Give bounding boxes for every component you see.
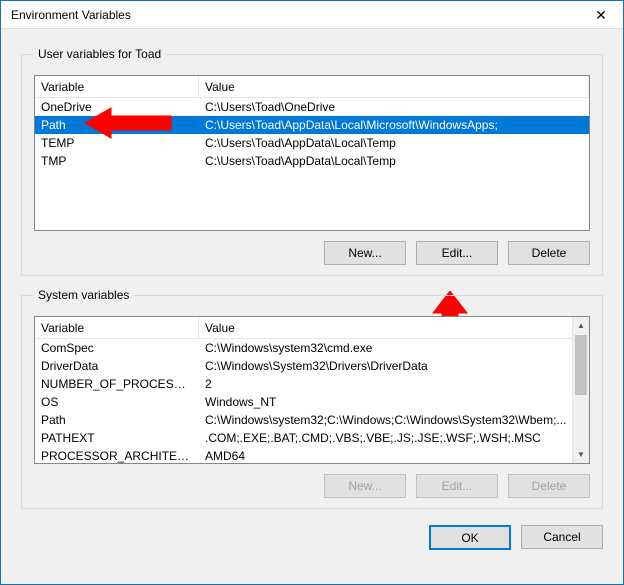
user-delete-button[interactable]: Delete <box>508 241 590 265</box>
system-variables-group: System variables Variable Value ComSpecC… <box>21 288 603 509</box>
table-row[interactable]: OSWindows_NT <box>35 393 589 411</box>
var-value-cell: C:\Windows\system32;C:\Windows;C:\Window… <box>199 413 589 427</box>
var-name-cell: DriverData <box>35 359 199 373</box>
scroll-thumb[interactable] <box>575 335 587 395</box>
var-name-cell: OS <box>35 395 199 409</box>
ok-button[interactable]: OK <box>429 525 511 550</box>
system-variables-legend: System variables <box>34 288 133 302</box>
sys-buttons-row: New... Edit... Delete <box>34 474 590 498</box>
user-buttons-row: New... Edit... Delete <box>34 241 590 265</box>
scroll-up-icon[interactable]: ▲ <box>573 317 589 334</box>
sys-new-button[interactable]: New... <box>324 474 406 498</box>
user-variables-list[interactable]: Variable Value OneDriveC:\Users\Toad\One… <box>34 75 590 231</box>
table-row[interactable]: OneDriveC:\Users\Toad\OneDrive <box>35 98 589 116</box>
sys-scrollbar[interactable]: ▲ ▼ <box>572 317 589 463</box>
sys-delete-button[interactable]: Delete <box>508 474 590 498</box>
table-row[interactable]: PATHEXT.COM;.EXE;.BAT;.CMD;.VBS;.VBE;.JS… <box>35 429 589 447</box>
sys-col-value[interactable]: Value <box>199 317 589 338</box>
scroll-down-icon[interactable]: ▼ <box>573 446 589 463</box>
var-name-cell: TEMP <box>35 136 199 150</box>
dialog-buttons-row: OK Cancel <box>21 525 603 550</box>
var-value-cell: C:\Users\Toad\AppData\Local\Temp <box>199 154 589 168</box>
var-name-cell: NUMBER_OF_PROCESSORS <box>35 377 199 391</box>
user-new-button[interactable]: New... <box>324 241 406 265</box>
user-col-variable[interactable]: Variable <box>35 76 199 97</box>
user-col-value[interactable]: Value <box>199 76 589 97</box>
table-row[interactable]: PROCESSOR_ARCHITECTUREAMD64 <box>35 447 589 464</box>
user-edit-button[interactable]: Edit... <box>416 241 498 265</box>
table-row[interactable]: TEMPC:\Users\Toad\AppData\Local\Temp <box>35 134 589 152</box>
var-name-cell: PROCESSOR_ARCHITECTURE <box>35 449 199 463</box>
var-name-cell: ComSpec <box>35 341 199 355</box>
window-title: Environment Variables <box>11 8 131 22</box>
sys-edit-button[interactable]: Edit... <box>416 474 498 498</box>
table-row[interactable]: PathC:\Users\Toad\AppData\Local\Microsof… <box>35 116 589 134</box>
var-value-cell: C:\Users\Toad\AppData\Local\Temp <box>199 136 589 150</box>
close-button[interactable]: ✕ <box>579 1 623 29</box>
cancel-button[interactable]: Cancel <box>521 525 603 549</box>
table-row[interactable]: TMPC:\Users\Toad\AppData\Local\Temp <box>35 152 589 170</box>
var-value-cell: C:\Users\Toad\AppData\Local\Microsoft\Wi… <box>199 118 589 132</box>
environment-variables-dialog: Environment Variables ✕ User variables f… <box>0 0 624 585</box>
var-name-cell: PATHEXT <box>35 431 199 445</box>
var-value-cell: 2 <box>199 377 589 391</box>
user-list-header: Variable Value <box>35 76 589 98</box>
table-row[interactable]: DriverDataC:\Windows\System32\Drivers\Dr… <box>35 357 589 375</box>
dialog-content: User variables for Toad Variable Value O… <box>1 29 623 584</box>
var-value-cell: AMD64 <box>199 449 589 463</box>
var-value-cell: .COM;.EXE;.BAT;.CMD;.VBS;.VBE;.JS;.JSE;.… <box>199 431 589 445</box>
sys-list-header: Variable Value <box>35 317 589 339</box>
table-row[interactable]: PathC:\Windows\system32;C:\Windows;C:\Wi… <box>35 411 589 429</box>
sys-col-variable[interactable]: Variable <box>35 317 199 338</box>
var-value-cell: C:\Windows\System32\Drivers\DriverData <box>199 359 589 373</box>
table-row[interactable]: NUMBER_OF_PROCESSORS2 <box>35 375 589 393</box>
var-name-cell: TMP <box>35 154 199 168</box>
var-value-cell: Windows_NT <box>199 395 589 409</box>
user-variables-group: User variables for Toad Variable Value O… <box>21 47 603 276</box>
close-icon: ✕ <box>595 7 607 24</box>
titlebar: Environment Variables ✕ <box>1 1 623 29</box>
var-name-cell: OneDrive <box>35 100 199 114</box>
system-variables-list[interactable]: Variable Value ComSpecC:\Windows\system3… <box>34 316 590 464</box>
var-name-cell: Path <box>35 413 199 427</box>
var-name-cell: Path <box>35 118 199 132</box>
user-variables-legend: User variables for Toad <box>34 47 165 61</box>
var-value-cell: C:\Users\Toad\OneDrive <box>199 100 589 114</box>
table-row[interactable]: ComSpecC:\Windows\system32\cmd.exe <box>35 339 589 357</box>
var-value-cell: C:\Windows\system32\cmd.exe <box>199 341 589 355</box>
